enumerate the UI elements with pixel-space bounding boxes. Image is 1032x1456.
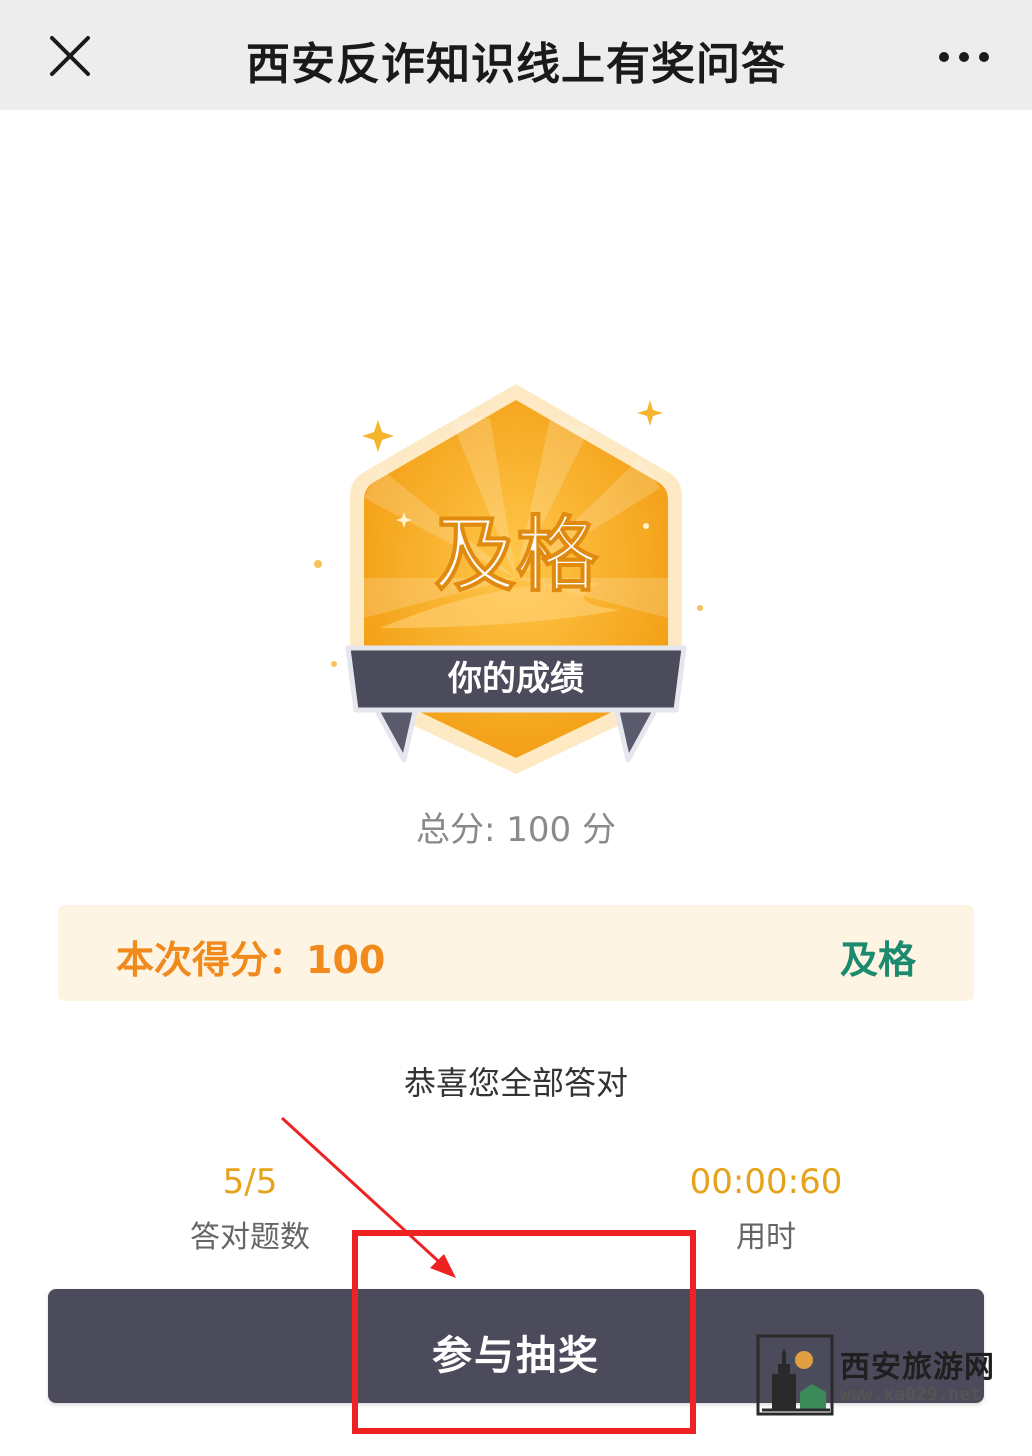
annotation-highlight-box xyxy=(352,1230,696,1434)
close-icon[interactable] xyxy=(48,34,92,78)
page-title: 西安反诈知识线上有奖问答 xyxy=(246,39,786,90)
current-score: 本次得分：100 xyxy=(116,938,386,982)
score-card: 本次得分：100 及格 xyxy=(58,905,974,1001)
badge-ribbon-text: 你的成绩 xyxy=(447,659,584,699)
result-badge: 及格 你的成绩 xyxy=(300,378,732,778)
sparkle-icon xyxy=(362,420,394,452)
watermark-url: www.xa029.net xyxy=(840,1384,981,1405)
total-score: 总分: 100 分 xyxy=(416,810,616,850)
time-used-value: 00:00:60 xyxy=(689,1162,843,1202)
pass-status: 及格 xyxy=(839,938,916,982)
watermark-name: 西安旅游网 xyxy=(840,1350,995,1385)
congratulations-message: 恭喜您全部答对 xyxy=(403,1064,628,1102)
more-options-icon[interactable] xyxy=(936,40,992,74)
sparkle-icon xyxy=(637,400,663,426)
navigation-bar: 西安反诈知识线上有奖问答 xyxy=(0,0,1032,110)
badge-grade-text: 及格 xyxy=(434,508,599,603)
watermark: 西安旅游网 www.xa029.net xyxy=(756,1334,996,1418)
pagoda-logo-icon xyxy=(756,1334,834,1416)
